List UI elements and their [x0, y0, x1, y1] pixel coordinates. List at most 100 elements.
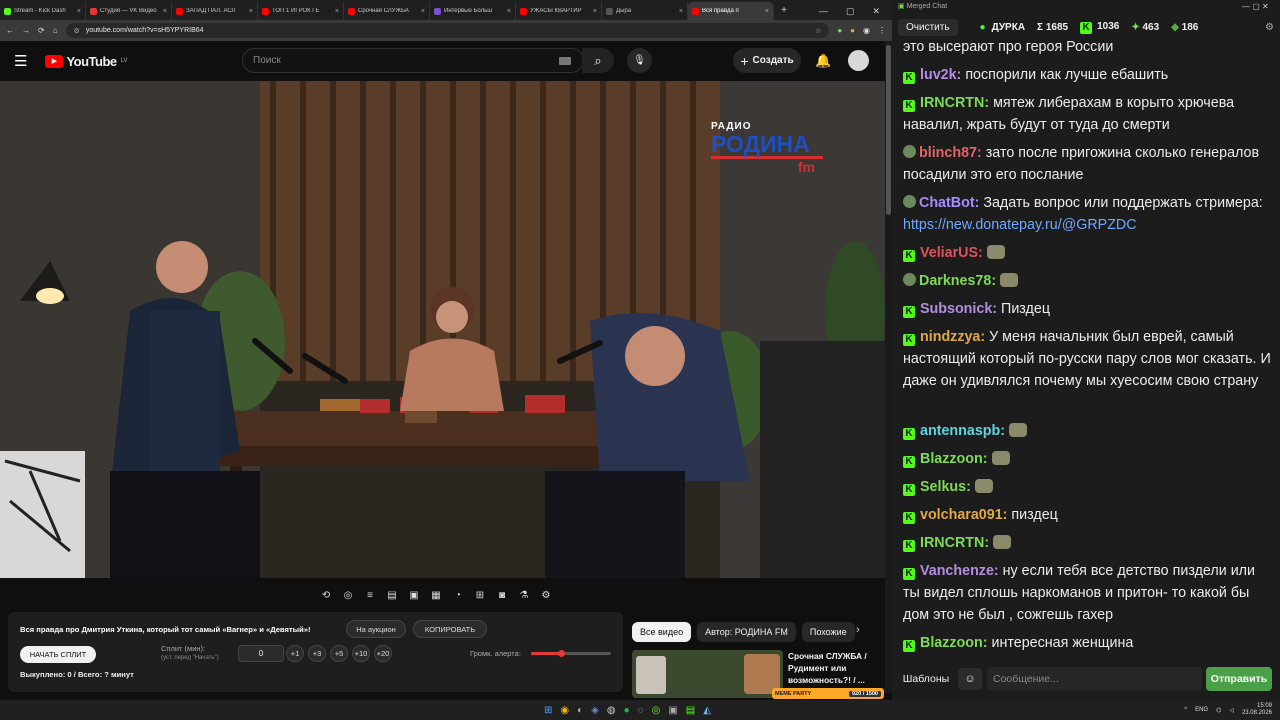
reload-icon[interactable]: ⟳ [38, 26, 45, 35]
clapper-icon[interactable]: ▤ [384, 590, 400, 601]
increment-button[interactable]: +3 [308, 645, 326, 662]
maximize-icon[interactable]: ▢ [846, 2, 855, 20]
browser-tab[interactable]: ЗАПАД ПАЛ. АСЛ × [172, 2, 258, 20]
film-strip-icon[interactable]: ▦ [428, 590, 444, 601]
tab-close-icon[interactable]: × [249, 8, 253, 15]
send-button[interactable]: Отправить [1206, 667, 1272, 691]
tray-chevron-icon[interactable]: ^ [1184, 707, 1187, 713]
menu-dots-icon[interactable]: ⋮ [878, 26, 886, 35]
add-clip-icon[interactable]: ⊞ [472, 590, 488, 601]
new-tab-button[interactable]: + [774, 2, 794, 20]
discord-icon[interactable]: ◈ [591, 705, 599, 716]
extension-icon[interactable]: ● [850, 26, 855, 35]
app-icon[interactable]: ◐ [577, 705, 583, 716]
browser-tab[interactable]: Stream - Kick Dash × [0, 2, 86, 20]
voice-search-button[interactable]: 🎙 [627, 48, 652, 73]
flask-icon[interactable]: ⚗ [516, 590, 532, 601]
extension-icon[interactable]: ● [837, 26, 842, 35]
create-button[interactable]: + Создать [733, 48, 801, 73]
split-minutes-input[interactable]: 0 [238, 645, 284, 662]
scrollbar-thumb[interactable] [886, 45, 891, 215]
search-button[interactable]: ⌕ [582, 48, 614, 73]
chat-username[interactable]: nindzzya: [920, 329, 985, 345]
browser-tab[interactable]: Срочная СЛУЖБА × [344, 2, 430, 20]
browser-tab[interactable]: Вся правда п × [688, 2, 774, 20]
volume-icon[interactable]: ◁ [1229, 707, 1234, 714]
tab-close-icon[interactable]: × [77, 8, 81, 15]
speed-gauge-icon[interactable]: ◔ [450, 590, 466, 601]
increment-button[interactable]: +10 [352, 645, 370, 662]
chat-username[interactable]: IRNCRTN: [920, 95, 989, 111]
auction-button[interactable]: На аукцион [346, 620, 406, 638]
video-thumbnail[interactable] [632, 650, 783, 698]
close-window-icon[interactable]: ✕ [872, 2, 880, 20]
filter-chip[interactable]: Автор: РОДИНА FM [697, 622, 796, 642]
browser-tab[interactable]: УЖАСЫ КВАРТИР × [516, 2, 602, 20]
volume-slider[interactable] [531, 650, 611, 657]
picture-in-picture-icon[interactable]: ▣ [406, 590, 422, 601]
chat-username[interactable]: Darknes78: [919, 273, 996, 289]
tab-close-icon[interactable]: × [507, 8, 511, 15]
profile-icon[interactable]: ◉ [863, 26, 870, 35]
recommended-video-title[interactable]: Срочная СЛУЖБА / Рудимент или возможност… [788, 650, 880, 686]
browser-tab[interactable]: Дыра × [602, 2, 688, 20]
app-icon[interactable]: ▣ [668, 705, 677, 716]
chat-username[interactable]: IRNCRTN: [920, 535, 989, 551]
chat-message-input[interactable]: Сообщение... [987, 667, 1202, 691]
chat-username[interactable]: Vanchenze: [920, 563, 999, 579]
settings-gear-icon[interactable]: ⚙ [538, 590, 554, 601]
network-icon[interactable]: ⌬ [1216, 707, 1221, 714]
filter-chip[interactable]: Все видео [632, 622, 692, 642]
increment-button[interactable]: +20 [374, 645, 392, 662]
obs-icon[interactable]: ◎ [652, 705, 661, 716]
chat-username[interactable]: VeliarUS: [920, 245, 983, 261]
chat-username[interactable]: antennaspb: [920, 423, 1005, 439]
clock[interactable]: 15:09 23.08.2026 [1242, 703, 1272, 717]
kick-app-icon[interactable]: ▤ [686, 705, 695, 716]
chevron-right-icon[interactable]: › [856, 624, 860, 636]
browser-tab[interactable]: Студия — VK Видео × [86, 2, 172, 20]
tab-close-icon[interactable]: × [765, 8, 769, 15]
tab-close-icon[interactable]: × [335, 8, 339, 15]
screenshot-icon[interactable]: ◙ [494, 590, 510, 601]
chat-username[interactable]: volchara091: [920, 507, 1007, 523]
tab-close-icon[interactable]: × [163, 8, 167, 15]
browser-tab[interactable]: Интервью Больш × [430, 2, 516, 20]
chat-settings-icon[interactable]: ⚙ [1265, 22, 1274, 33]
minimize-icon[interactable]: — [819, 2, 828, 20]
chat-username[interactable]: Blazzoon: [920, 635, 988, 651]
video-player[interactable]: РАДИО РОДИНА fm [0, 81, 885, 578]
page-scrollbar[interactable] [885, 41, 892, 693]
forward-icon[interactable]: → [22, 26, 30, 35]
home-icon[interactable]: ⌂ [53, 26, 58, 35]
chat-username[interactable]: blinch87: [919, 145, 982, 161]
youtube-logo[interactable]: ▶ YouTube LV [45, 54, 128, 69]
templates-button[interactable]: Шаблоны [898, 668, 954, 690]
chat-username[interactable]: Selkus: [920, 479, 971, 495]
tab-close-icon[interactable]: × [679, 8, 683, 15]
increment-button[interactable]: +1 [286, 645, 304, 662]
start-icon[interactable]: ⊞ [544, 705, 552, 716]
keyboard-icon[interactable] [559, 56, 571, 65]
increment-button[interactable]: +5 [330, 645, 348, 662]
search-input[interactable]: Поиск [242, 48, 584, 73]
back-icon[interactable]: ← [6, 26, 14, 35]
url-field[interactable]: ⚙ youtube.com/watch?v=sH5YPYRIB64 ☆ [65, 23, 830, 38]
start-split-button[interactable]: НАЧАТЬ СПЛИТ [20, 646, 96, 663]
window-controls[interactable]: — ▢ ✕ [1242, 2, 1269, 11]
language-indicator[interactable]: ENG [1195, 707, 1208, 713]
playlist-settings-icon[interactable]: ≡ [362, 590, 378, 601]
chrome-icon[interactable]: ◉ [560, 705, 569, 716]
avatar[interactable] [848, 50, 869, 71]
chat-username[interactable]: luv2k: [920, 67, 961, 83]
chat-username[interactable]: Subsonick: [920, 301, 997, 317]
clear-chat-button[interactable]: Очистить [898, 18, 958, 36]
bookmark-icon[interactable]: ☆ [815, 27, 821, 35]
broadcast-icon[interactable]: ◎ [340, 590, 356, 601]
browser-tab[interactable]: ТОП 1 ИГРОК ГЕ × [258, 2, 344, 20]
chat-username[interactable]: Blazzoon: [920, 451, 988, 467]
hamburger-menu-icon[interactable]: ☰ [14, 52, 27, 70]
tab-close-icon[interactable]: × [421, 8, 425, 15]
site-info-icon[interactable]: ⚙ [74, 27, 80, 35]
donate-link[interactable]: https://new.donatepay.ru/@GRPZDC [903, 217, 1137, 233]
